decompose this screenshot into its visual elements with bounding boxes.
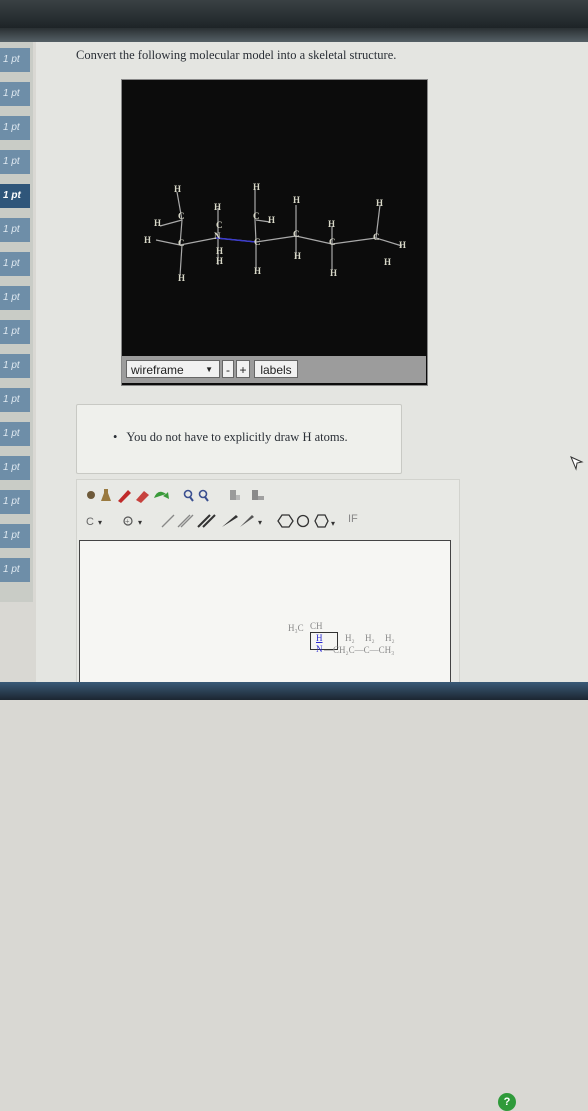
atom-hydrogen: H [154, 218, 162, 228]
atom-hydrogen: H [178, 273, 186, 283]
atom-hydrogen: H [174, 184, 182, 194]
sidebar-item-points[interactable]: 1 pt [0, 456, 30, 480]
skeleton-h2-a: H₂ [345, 633, 355, 643]
atom-nitrogen: N [214, 231, 221, 241]
atom-carbon: C [373, 232, 380, 242]
atom-hydrogen: H [384, 257, 392, 267]
skeleton-ch: CH [310, 621, 323, 631]
text-tool[interactable]: IF [348, 513, 358, 525]
atom-carbon: C [216, 220, 223, 230]
atom-hydrogen: H [144, 235, 152, 245]
skeleton-h3c: H₃C [288, 623, 304, 633]
sidebar-item-points[interactable]: 1 pt [0, 388, 30, 412]
svg-text:▾: ▾ [331, 519, 335, 528]
browser-top-bar [0, 0, 588, 28]
sidebar-item-points[interactable]: 1 pt [0, 48, 30, 72]
sidebar-item-points[interactable]: 1 pt [0, 490, 30, 514]
pencil-icon[interactable] [118, 490, 131, 503]
molecule-wireframe [155, 190, 403, 277]
svg-text:C: C [86, 516, 94, 528]
sidebar-item-points[interactable]: 1 pt [0, 354, 30, 378]
atom-carbon: C [178, 238, 185, 248]
atom-hydrogen: H [254, 266, 262, 276]
sidebar-item-points[interactable]: 1 pt [0, 558, 30, 582]
render-mode-select[interactable]: wireframe ▼ [126, 360, 220, 378]
help-icon[interactable]: ? [498, 1093, 516, 1111]
skeleton-n: N [316, 644, 323, 654]
rotate-icon[interactable] [154, 491, 169, 499]
zoom-out-icon[interactable] [198, 489, 209, 502]
render-mode-value: wireframe [131, 363, 184, 377]
sidebar-item-points[interactable]: 1 pt [0, 184, 30, 208]
sidebar-item-points[interactable]: 1 pt [0, 150, 30, 174]
hint-bullet: • [113, 430, 118, 444]
atom-hydrogen: H [268, 215, 276, 225]
triple-bond-icon[interactable] [197, 514, 216, 528]
svg-text:▾: ▾ [258, 518, 262, 527]
atom-hydrogen: H [293, 195, 301, 205]
single-bond-icon[interactable] [161, 514, 175, 528]
sidebar-item-points[interactable]: 1 pt [0, 286, 30, 310]
atom-hydrogen: H [328, 219, 336, 229]
hand-icon[interactable] [87, 491, 95, 499]
wedge-bond-icon[interactable]: ▾ [222, 515, 262, 527]
molecule-viewer[interactable]: H H H H H C C H C H H H C N C C C C H H … [121, 79, 428, 386]
atom-hydrogen: H [399, 240, 407, 250]
mouse-cursor-icon [570, 456, 584, 471]
labels-button[interactable]: labels [254, 360, 298, 378]
sidebar-item-points[interactable]: 1 pt [0, 252, 30, 276]
svg-text:▾: ▾ [98, 518, 102, 527]
svg-text:+: + [125, 517, 130, 526]
sidebar-item-points[interactable]: 1 pt [0, 218, 30, 242]
element-dropdown[interactable]: C ▾ [86, 516, 102, 528]
skeleton-h: H [316, 633, 323, 643]
browser-top-edge [0, 28, 588, 42]
skeleton-h2-b: H₂ [365, 633, 375, 643]
double-bond-icon[interactable] [177, 514, 194, 528]
atom-carbon: C [293, 229, 300, 239]
atom-hydrogen: H [294, 251, 302, 261]
atom-hydrogen: H [376, 198, 384, 208]
sidebar-item-points[interactable]: 1 pt [0, 524, 30, 548]
atom-hydrogen: H [214, 202, 222, 212]
template-icon[interactable] [252, 490, 264, 500]
taskbar [0, 682, 588, 700]
atom-hydrogen: H [216, 256, 224, 266]
zoom-out-button[interactable]: - [222, 360, 234, 378]
sidebar-item-points[interactable]: 1 pt [0, 422, 30, 446]
sidebar-item-points[interactable]: 1 pt [0, 320, 30, 344]
hint-text: • You do not have to explicitly draw H a… [113, 430, 348, 445]
hint-message: You do not have to explicitly draw H ato… [126, 430, 348, 444]
atom-carbon: C [253, 211, 260, 221]
skeleton-h2-c: H₂ [385, 633, 395, 643]
flask-icon[interactable] [101, 489, 111, 501]
atom-hydrogen: H [253, 182, 261, 192]
atom-carbon: C [178, 211, 185, 221]
skeleton-chain: —CH₂C—C—CH₃ [324, 645, 395, 655]
zoom-in-button[interactable]: + [236, 360, 250, 378]
question-text: Convert the following molecular model in… [76, 48, 397, 62]
zoom-in-icon[interactable] [183, 489, 194, 502]
atom-carbon: C [329, 237, 336, 247]
ring-dropdown[interactable]: ▾ [277, 514, 335, 528]
drawing-canvas[interactable]: ? H₃C CH H N —CH₂C—C—CH₃ H₂ H₂ H₂ [79, 540, 516, 1111]
clean-icon[interactable] [230, 490, 240, 500]
atom-hydrogen: H [216, 246, 224, 256]
sidebar-item-points[interactable]: 1 pt [0, 116, 30, 140]
atom-carbon: C [254, 237, 261, 247]
sidebar-item-points[interactable]: 1 pt [0, 82, 30, 106]
charge-dropdown[interactable]: + ▾ [123, 516, 142, 527]
atom-hydrogen: H [330, 268, 338, 278]
chevron-down-icon: ▼ [205, 365, 213, 374]
eraser-icon[interactable] [136, 491, 149, 503]
svg-text:▾: ▾ [138, 518, 142, 527]
